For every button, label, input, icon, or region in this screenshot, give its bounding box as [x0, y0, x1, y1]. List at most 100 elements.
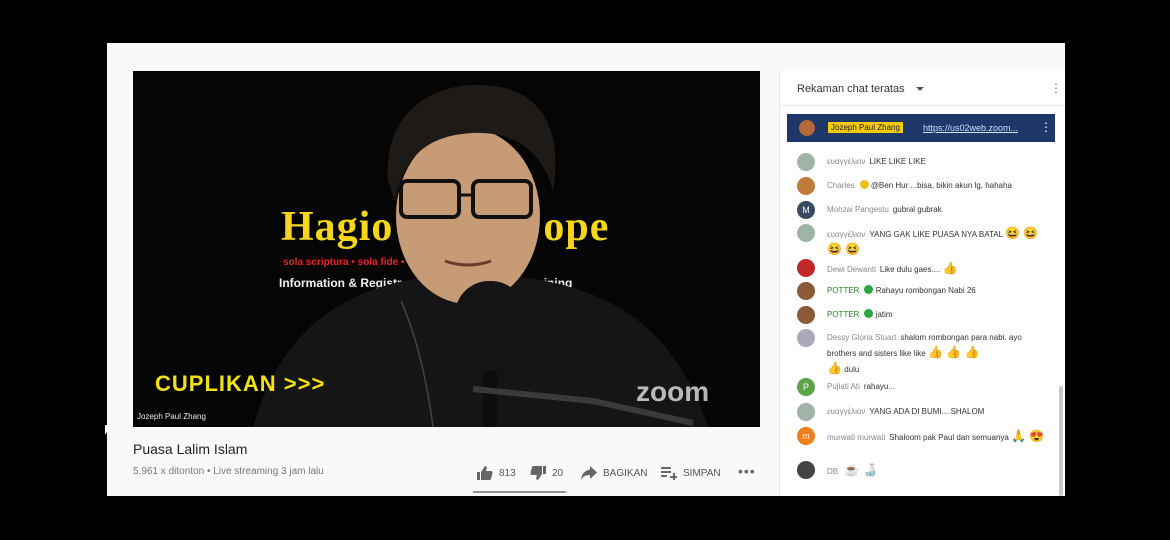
avatar	[797, 329, 815, 347]
share-button[interactable]: BAGIKAN	[581, 466, 647, 480]
chat-text: LIKE LIKE LIKE	[869, 157, 926, 166]
video-overlay-label: CUPLIKAN >>>	[155, 371, 326, 396]
caret-down-icon[interactable]	[916, 87, 924, 91]
like-dislike-bar	[473, 491, 567, 493]
video-meta: 5.961 x ditonton • Live streaming 3 jam …	[133, 466, 324, 477]
chat-message[interactable]: Dessy Gloria Stuart shalom rombongan para…	[797, 329, 1047, 377]
save-label: SIMPAN	[683, 467, 721, 479]
chat-author: Charles	[827, 181, 855, 190]
avatar	[797, 259, 815, 277]
chat-message[interactable]: ευαγγέλιον YANG GAK LIKE PUASA NYA BATAL …	[797, 224, 1047, 258]
chat-author: Pujiati Ati	[827, 382, 860, 391]
chat-message[interactable]: M Mohzai Pangestu gubral gubrak	[797, 201, 1047, 219]
chat-author: POTTER	[827, 310, 860, 319]
chat-text: dulu	[844, 365, 860, 374]
chat-text: jatim	[875, 310, 893, 319]
chat-message-body: POTTER Rahayu rombongan Nabi 26	[827, 282, 1047, 298]
chat-message[interactable]: POTTER jatim	[797, 306, 1047, 324]
chat-message[interactable]: m murwati murwati Shaloom pak Paul dan sem…	[797, 427, 1047, 445]
chat-message[interactable]: POTTER Rahayu rombongan Nabi 26	[797, 282, 1047, 300]
pinned-message[interactable]: Jozeph Paul Zhang https://us02web.zoom..…	[787, 114, 1055, 142]
avatar: M	[797, 201, 815, 219]
chat-header: Rekaman chat teratas ⋮	[780, 71, 1065, 106]
video-title: Puasa Lalim Islam	[133, 441, 248, 457]
chat-message[interactable]: ευαγγέλιον LIKE LIKE LIKE	[797, 153, 1047, 171]
like-button[interactable]: 813	[477, 466, 516, 480]
save-button[interactable]: SIMPAN	[661, 466, 721, 480]
chat-author: Dewi Dewanti	[827, 265, 876, 274]
chat-message-body: Mohzai Pangestu gubral gubrak	[827, 201, 1047, 217]
chat-message-list[interactable]: Jozeph Paul Zhang https://us02web.zoom..…	[780, 106, 1065, 496]
chat-author: ευαγγέλιον	[827, 407, 866, 416]
chat-author: ευαγγέλιον	[827, 157, 866, 166]
chat-author: DB	[827, 467, 839, 476]
chat-message[interactable]: Dewi Dewanti Like dulu gaes.... 👍	[797, 259, 1047, 277]
chat-mode-dropdown[interactable]: Rekaman chat teratas	[797, 83, 905, 95]
avatar: P	[797, 378, 815, 396]
chat-menu-button[interactable]: ⋮	[1050, 81, 1062, 95]
chat-message[interactable]: ευαγγέλιον YANG ADA DI BUMI... SHALOM	[797, 403, 1047, 421]
chat-emoji: 👍	[942, 261, 958, 275]
chat-text: gubral gubrak	[892, 205, 942, 214]
avatar: m	[797, 427, 815, 445]
youtube-watch-page: Hagio ope sola scriptura • sola fide • • …	[107, 43, 1065, 496]
thumbs-down-icon	[530, 466, 546, 480]
avatar	[797, 282, 815, 300]
zoom-watermark: zoom	[636, 376, 710, 407]
chat-author: murwati murwati	[827, 433, 886, 442]
chat-author: POTTER	[827, 286, 860, 295]
chat-message-body: Dewi Dewanti Like dulu gaes.... 👍	[827, 259, 1047, 277]
chat-emoji: ☕ 🍶	[844, 463, 878, 477]
chat-emoji: 🙏 😍	[1011, 429, 1045, 443]
chat-message-body: murwati murwati Shaloom pak Paul dan semu…	[827, 427, 1047, 445]
chat-message-body: POTTER jatim	[827, 306, 1047, 322]
pinned-link[interactable]: https://us02web.zoom...	[923, 123, 1018, 133]
pinned-menu-button[interactable]: ⋮	[1040, 120, 1052, 134]
chat-message[interactable]: P Pujiati Ati rahayu...	[797, 378, 1047, 396]
chat-message-body: ευαγγέλιον YANG ADA DI BUMI... SHALOM	[827, 403, 1047, 419]
verified-badge-icon	[864, 309, 874, 318]
chat-emoji: 👍	[827, 361, 842, 375]
avatar	[797, 403, 815, 421]
chat-text: Rahayu rombongan Nabi 26	[875, 286, 976, 295]
live-chat-panel: Rekaman chat teratas ⋮ Jozeph Paul Zhang…	[779, 71, 1065, 496]
pinned-author: Jozeph Paul Zhang	[828, 122, 903, 133]
like-ratio-fill	[473, 491, 565, 493]
avatar	[797, 177, 815, 195]
chat-text: Like dulu gaes....	[879, 265, 941, 274]
playlist-add-icon	[661, 467, 677, 480]
chat-message[interactable]: DB ☕ 🍶	[797, 461, 1047, 479]
video-player[interactable]: Hagio ope sola scriptura • sola fide • • …	[133, 71, 760, 427]
like-count: 813	[499, 467, 516, 479]
avatar	[797, 306, 815, 324]
chat-scrollbar[interactable]	[1059, 386, 1063, 496]
chat-message-body: ευαγγέλιον LIKE LIKE LIKE	[827, 153, 1047, 169]
chat-author: Mohzai Pangestu	[827, 205, 889, 214]
avatar	[797, 153, 815, 171]
chat-text: YANG GAK LIKE PUASA NYA BATAL	[869, 230, 1003, 239]
speaker-name-label: Jozeph Paul Zhang	[137, 412, 206, 421]
chat-message[interactable]: Charles @Ben Hur ...bisa, bikin akun lg,…	[797, 177, 1047, 195]
chat-message-body: ευαγγέλιον YANG GAK LIKE PUASA NYA BATAL …	[827, 224, 1047, 258]
avatar	[797, 224, 815, 242]
chat-message-body: Charles @Ben Hur ...bisa, bikin akun lg,…	[827, 177, 1047, 193]
member-badge-icon	[859, 180, 869, 189]
chat-text: Shaloom pak Paul dan semuanya	[889, 433, 1009, 442]
chat-text: @Ben Hur ...bisa, bikin akun lg, hahaha	[870, 181, 1012, 190]
share-arrow-icon	[581, 466, 597, 480]
dislike-count: 20	[552, 467, 564, 479]
chat-text: YANG ADA DI BUMI... SHALOM	[869, 407, 985, 416]
chat-emoji: 👍 👍 👍	[927, 345, 980, 359]
chat-text: rahayu...	[863, 382, 896, 391]
chat-author: Dessy Gloria Stuart	[827, 333, 897, 342]
mouse-cursor	[105, 425, 111, 435]
share-label: BAGIKAN	[603, 467, 648, 479]
thumbs-up-icon	[477, 466, 493, 480]
avatar	[797, 461, 815, 479]
chat-message-body: Dessy Gloria Stuart shalom rombongan para…	[827, 329, 1047, 377]
avatar	[799, 120, 815, 136]
more-actions-button[interactable]: •••	[738, 463, 756, 479]
verified-badge-icon	[864, 285, 874, 294]
dislike-button[interactable]: 20	[530, 466, 563, 480]
chat-author: ευαγγέλιον	[827, 230, 866, 239]
